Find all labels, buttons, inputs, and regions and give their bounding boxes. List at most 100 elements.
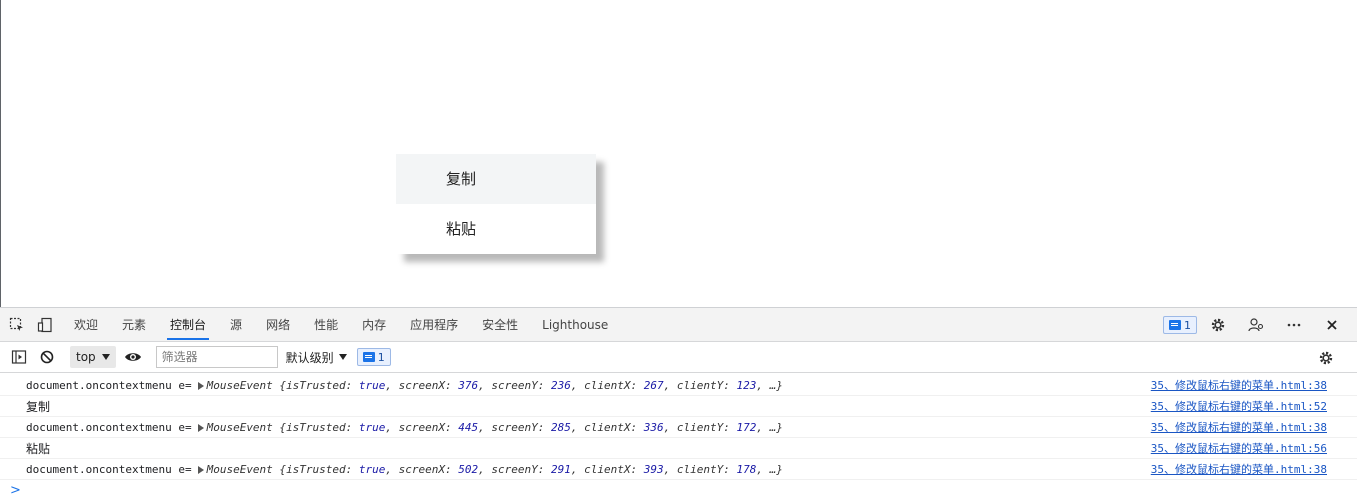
tab-application[interactable]: 应用程序	[398, 308, 470, 342]
object-tail: , …}	[756, 462, 783, 476]
issues-count: 1	[1184, 318, 1191, 332]
issues-badge-button[interactable]: 1	[1163, 316, 1197, 334]
prop-value: 267	[643, 378, 664, 392]
console-row: document.oncontextmenu e= MouseEvent {isT…	[0, 417, 1357, 438]
source-link[interactable]: 35、修改鼠标右键的菜单.html:56	[1151, 440, 1327, 456]
prop-key: clientY	[676, 420, 724, 434]
console-row: document.oncontextmenu e= MouseEvent {isT…	[0, 459, 1357, 480]
prop-key: clientY	[676, 378, 724, 392]
more-options-icon[interactable]	[1283, 314, 1305, 336]
source-link[interactable]: 35、修改鼠标右键的菜单.html:52	[1151, 398, 1327, 414]
console-settings-gear-icon[interactable]	[1315, 347, 1337, 369]
prop-value: 123	[736, 378, 757, 392]
page-viewport: 复制 粘贴	[0, 0, 1357, 307]
console-messages: document.oncontextmenu e= MouseEvent {isT…	[0, 373, 1357, 500]
tab-network[interactable]: 网络	[254, 308, 302, 342]
context-menu-item-paste[interactable]: 粘贴	[396, 204, 596, 254]
messages-badge-button[interactable]: 1	[356, 348, 391, 366]
console-message: 复制	[26, 399, 51, 414]
sidebar-toggle-icon[interactable]	[8, 346, 30, 368]
prop-key: screenX	[398, 378, 446, 392]
object-type[interactable]: MouseEvent	[207, 379, 273, 392]
prop-key: clientX	[584, 378, 631, 392]
context-menu-item-copy[interactable]: 复制	[396, 154, 596, 204]
source-link[interactable]: 35、修改鼠标右键的菜单.html:38	[1151, 419, 1327, 435]
log-prefix: document.oncontextmenu e=	[26, 420, 192, 434]
object-open-brace: {	[272, 462, 287, 476]
console-row: 复制 35、修改鼠标右键的菜单.html:52	[0, 396, 1357, 417]
object-type[interactable]: MouseEvent	[207, 463, 273, 476]
object-type[interactable]: MouseEvent	[207, 421, 273, 434]
close-icon[interactable]	[1321, 314, 1343, 336]
log-levels-label: 默认级别	[285, 350, 334, 365]
prop-value: 445	[458, 420, 479, 434]
prop-key: isTrusted	[286, 420, 346, 434]
message-icon	[362, 352, 375, 362]
log-prefix: document.oncontextmenu e=	[26, 462, 192, 476]
tab-elements[interactable]: 元素	[110, 308, 158, 342]
prop-key: isTrusted	[286, 462, 346, 476]
tabbar-actions: 1	[1163, 308, 1349, 342]
log-levels-dropdown[interactable]: 默认级别	[286, 349, 347, 366]
prop-key: isTrusted	[286, 378, 346, 392]
prop-key: screenX	[398, 462, 446, 476]
prompt-chevron-icon: >	[10, 482, 21, 498]
prop-key: screenX	[398, 420, 446, 434]
tab-lighthouse[interactable]: Lighthouse	[530, 308, 620, 342]
devtools-panel: 欢迎 元素 控制台 源 网络 性能 内存 应用程序 安全性 Lighthouse…	[0, 307, 1357, 498]
console-row: 粘贴 35、修改鼠标右键的菜单.html:56	[0, 438, 1357, 459]
prop-value: 336	[643, 420, 664, 434]
expand-triangle-icon[interactable]	[197, 381, 204, 390]
tab-security[interactable]: 安全性	[470, 308, 530, 342]
source-link[interactable]: 35、修改鼠标右键的菜单.html:38	[1151, 461, 1327, 477]
tab-sources[interactable]: 源	[218, 308, 254, 342]
message-icon	[1169, 320, 1181, 330]
tab-memory[interactable]: 内存	[350, 308, 398, 342]
prop-key: screenY	[491, 420, 538, 434]
prop-key: clientY	[676, 462, 724, 476]
prop-value: true	[358, 420, 386, 434]
tab-performance[interactable]: 性能	[302, 308, 350, 342]
feedback-person-icon[interactable]	[1245, 314, 1267, 336]
console-message: document.oncontextmenu e= MouseEvent {isT…	[26, 420, 783, 434]
clear-console-icon[interactable]	[36, 346, 58, 368]
prop-value: 285	[551, 420, 571, 434]
tab-console[interactable]: 控制台	[158, 308, 218, 342]
prop-value: 502	[458, 462, 479, 476]
source-link[interactable]: 35、修改鼠标右键的菜单.html:38	[1151, 377, 1327, 393]
console-message: document.oncontextmenu e= MouseEvent {isT…	[26, 378, 783, 392]
settings-gear-icon[interactable]	[1207, 314, 1229, 336]
prop-key: clientX	[584, 462, 631, 476]
context-value: top	[76, 350, 96, 364]
prop-value: 376	[458, 378, 479, 392]
object-tail: , …}	[756, 420, 783, 434]
expand-triangle-icon[interactable]	[197, 465, 204, 474]
prop-key: clientX	[584, 420, 631, 434]
expand-triangle-icon[interactable]	[197, 423, 204, 432]
context-selector[interactable]: top	[70, 346, 116, 368]
prop-value: 291	[551, 462, 571, 476]
console-message: document.oncontextmenu e= MouseEvent {isT…	[26, 462, 783, 476]
object-open-brace: {	[272, 378, 287, 392]
messages-count: 1	[377, 350, 385, 364]
inspect-element-icon[interactable]	[6, 314, 28, 336]
live-expression-eye-icon[interactable]	[122, 346, 144, 368]
console-prompt[interactable]: >	[0, 480, 1357, 500]
device-emulation-icon[interactable]	[34, 314, 56, 336]
prop-value: 172	[736, 420, 757, 434]
dropdown-arrow-icon	[338, 354, 347, 360]
prop-value: 393	[643, 462, 664, 476]
object-open-brace: {	[272, 420, 287, 434]
prop-value: 178	[736, 462, 757, 476]
tab-welcome[interactable]: 欢迎	[62, 308, 110, 342]
console-message: 粘贴	[26, 441, 51, 456]
console-toolbar: top 默认级别 1	[0, 342, 1357, 373]
prop-value: true	[358, 462, 386, 476]
console-filter-input[interactable]	[155, 346, 278, 368]
custom-context-menu: 复制 粘贴	[396, 154, 596, 254]
prop-value: 236	[551, 378, 571, 392]
dropdown-arrow-icon	[101, 354, 110, 360]
console-row: document.oncontextmenu e= MouseEvent {isT…	[0, 375, 1357, 396]
log-prefix: document.oncontextmenu e=	[26, 378, 192, 392]
prop-key: screenY	[491, 462, 538, 476]
